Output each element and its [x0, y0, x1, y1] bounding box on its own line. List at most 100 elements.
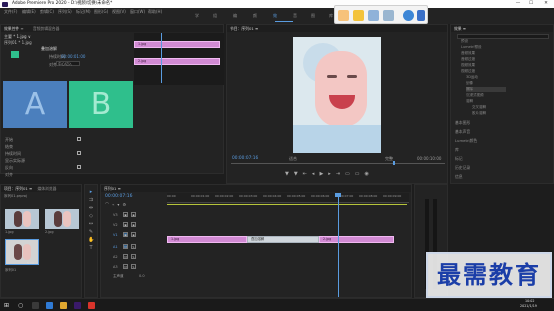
tab-audio-mixer[interactable]: 音频剪辑混合器	[33, 26, 60, 31]
collapse-icon[interactable]	[417, 10, 425, 21]
project-thumb-2[interactable]	[45, 209, 79, 229]
start-keyframe-checkbox[interactable]	[77, 137, 81, 141]
a2-solo-icon[interactable]: S	[131, 254, 136, 259]
menu-sequence[interactable]: 序列(S)	[58, 8, 72, 16]
edge-icon[interactable]	[46, 302, 53, 309]
maximize-button[interactable]: ☐	[525, 0, 537, 8]
program-timecode[interactable]: 00:00:07:16	[232, 156, 258, 161]
panel-lumetri-color[interactable]: Lumetri颜色	[455, 138, 477, 144]
step-forward-icon[interactable]: ▸	[328, 171, 336, 177]
slip-icon[interactable]: ↔	[88, 221, 94, 227]
a2-mute-icon[interactable]: M	[123, 254, 128, 259]
menu-graphics[interactable]: 图形(G)	[94, 8, 108, 16]
mark-in-icon[interactable]: ▼	[285, 171, 294, 177]
go-in-icon[interactable]: ⇤	[303, 171, 312, 177]
v2-eye-icon[interactable]: ◉	[131, 222, 136, 227]
track-a3[interactable]: A3	[113, 265, 118, 269]
v1-eye-icon[interactable]: ◉	[131, 232, 136, 237]
hand-tool-icon[interactable]: ✋	[88, 237, 94, 243]
tree-audio-transitions[interactable]: 音频过渡	[461, 57, 475, 62]
menu-marker[interactable]: 标记(M)	[76, 8, 91, 16]
a1-solo-icon[interactable]: S	[131, 244, 136, 249]
go-out-icon[interactable]: ⇥	[336, 171, 345, 177]
playhead-handle[interactable]	[335, 193, 341, 197]
tree-film-dissolve[interactable]: 胶片溶解	[472, 111, 486, 116]
timeline-playhead[interactable]	[338, 193, 339, 297]
track-v3[interactable]: V3	[113, 213, 118, 217]
a1-mute-icon[interactable]: M	[123, 244, 128, 249]
workspace-libraries[interactable]: 库	[329, 8, 333, 24]
track-v2[interactable]: V2	[113, 223, 118, 227]
task-view-icon[interactable]	[32, 302, 39, 309]
start-icon[interactable]: ⊞	[4, 302, 11, 309]
program-playhead[interactable]	[393, 161, 395, 165]
tree-iris[interactable]: 划像	[466, 81, 473, 86]
folder-icon[interactable]	[368, 10, 379, 21]
minimize-button[interactable]: —	[512, 0, 524, 8]
mini-clip-2[interactable]: 2.jpg	[134, 58, 220, 65]
v2-lock-icon[interactable]: ▣	[123, 222, 128, 227]
tab-media-browser[interactable]: 媒体浏览器	[37, 186, 56, 191]
menu-edit[interactable]: 编辑(E)	[22, 8, 36, 16]
project-thumb-1[interactable]	[5, 209, 39, 229]
v1-lock-icon[interactable]: ▣	[123, 232, 128, 237]
quality-select[interactable]: 完整	[385, 156, 393, 162]
premiere-taskbar-icon[interactable]	[74, 302, 81, 309]
ripple-edit-icon[interactable]: ⇹	[88, 205, 94, 211]
pen-icon[interactable]: ✎	[88, 229, 94, 235]
tree-lumetri-presets[interactable]: Lumetri预设	[461, 45, 481, 50]
settings-icon[interactable]: ⚙	[122, 202, 129, 207]
menu-view[interactable]: 视图(V)	[112, 8, 126, 16]
tree-cross-dissolve[interactable]: 交叉溶解	[472, 105, 486, 110]
mark-out-icon[interactable]: ▼	[294, 171, 303, 177]
track-select-icon[interactable]: ⇉	[88, 197, 94, 203]
track-a1[interactable]: A1	[113, 245, 118, 249]
menu-clip[interactable]: 剪辑(C)	[40, 8, 54, 16]
tree-immersive[interactable]: 沉浸式视频	[466, 93, 484, 98]
recorder-taskbar-icon[interactable]	[88, 302, 95, 309]
show-actual-checkbox[interactable]	[77, 151, 81, 155]
timeline-transition[interactable]: 叠加溶解	[247, 236, 319, 243]
type-tool-icon[interactable]: T	[88, 245, 94, 251]
timeline-clip-1[interactable]: 1.jpg	[167, 236, 247, 243]
menu-file[interactable]: 文件(F)	[4, 8, 17, 16]
comment-icon[interactable]	[353, 10, 364, 21]
panel-essential-sound[interactable]: 基本声音	[455, 129, 470, 135]
razor-icon[interactable]: ◇	[88, 213, 94, 219]
search-icon[interactable]: ○	[18, 302, 25, 309]
timeline-timecode[interactable]: 00:00:07:16	[105, 194, 132, 199]
snap-icon[interactable]: ⌒	[105, 202, 112, 207]
menu-help[interactable]: 帮助(H)	[148, 8, 162, 16]
a3-mute-icon[interactable]: M	[123, 264, 128, 269]
explorer-icon[interactable]	[60, 302, 67, 309]
tree-wipe[interactable]: 擦除	[466, 87, 506, 92]
mini-clip-1[interactable]: 1.jpg	[134, 41, 220, 48]
tab-project[interactable]: 项目：序列01 ≡	[4, 186, 32, 191]
tree-dissolve[interactable]: 溶解	[466, 99, 473, 104]
tree-presets[interactable]: 预设	[461, 39, 468, 44]
menu-window[interactable]: 窗口(W)	[130, 8, 145, 16]
tree-audio-effects[interactable]: 音频效果	[461, 51, 475, 56]
panel-markers[interactable]: 标记	[455, 156, 463, 162]
master-value[interactable]: 0.0	[139, 274, 145, 278]
reverse-checkbox[interactable]	[77, 165, 81, 169]
info-icon[interactable]	[403, 10, 414, 21]
tree-3d-motion[interactable]: 3D运动	[466, 75, 478, 80]
track-a2[interactable]: A2	[113, 255, 118, 259]
effects-search-input[interactable]	[457, 34, 549, 39]
close-button[interactable]: ✕	[540, 0, 552, 8]
panel-essential-graphics[interactable]: 基本图形	[455, 120, 470, 126]
selection-tool-icon[interactable]: ▸	[88, 189, 94, 195]
tree-video-effects[interactable]: 视频效果	[461, 63, 475, 68]
program-scrubber[interactable]	[231, 163, 445, 164]
v3-eye-icon[interactable]: ◉	[131, 212, 136, 217]
work-area-bar[interactable]	[167, 204, 407, 205]
v3-lock-icon[interactable]: ▣	[123, 212, 128, 217]
panel-info[interactable]: 信息	[455, 174, 463, 180]
tab-effect-controls[interactable]: 效果控件	[4, 26, 19, 31]
hand-icon[interactable]	[338, 10, 349, 21]
lift-icon[interactable]: ▭	[345, 171, 355, 177]
panel-history[interactable]: 历史记录	[455, 165, 470, 171]
duration-value[interactable]: 00:00:01:00	[61, 54, 85, 59]
panel-libraries[interactable]: 库	[455, 147, 459, 153]
